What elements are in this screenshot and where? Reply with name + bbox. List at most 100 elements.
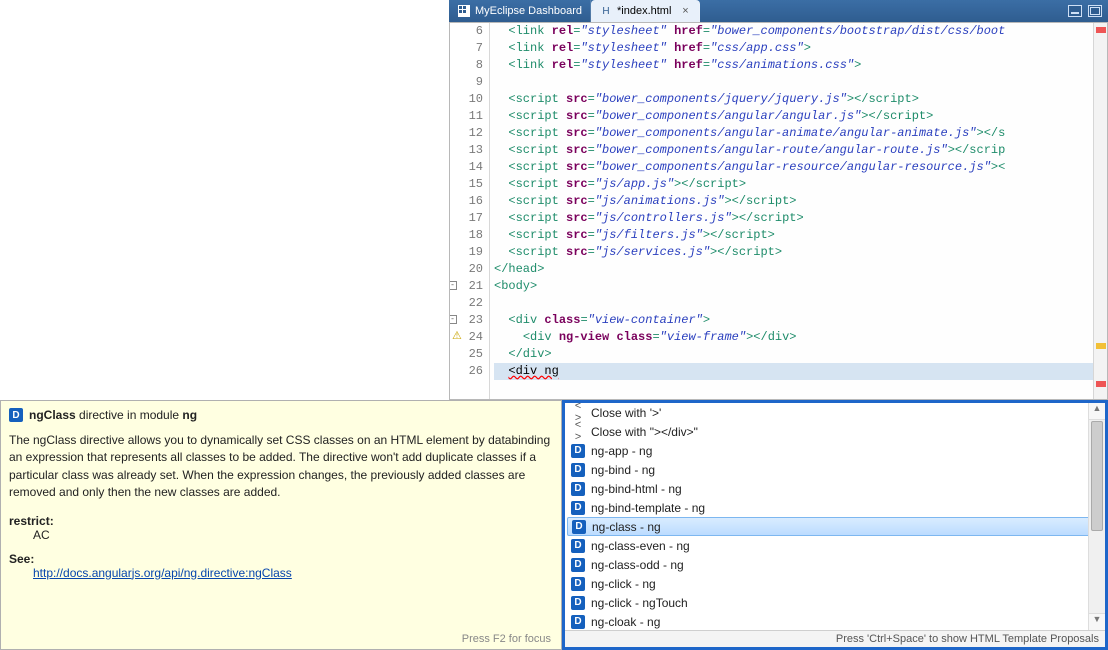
directive-icon: D bbox=[571, 444, 585, 458]
autocomplete-item[interactable]: Dng-bind - ng bbox=[567, 460, 1105, 479]
line-number: 15 bbox=[450, 176, 489, 193]
autocomplete-item[interactable]: < > Close with "></div>" bbox=[567, 422, 1105, 441]
code-line[interactable]: <script src="bower_components/jquery/jqu… bbox=[494, 91, 1093, 108]
editor-tabbar: MyEclipse Dashboard H *index.html × bbox=[449, 0, 1108, 22]
fold-toggle[interactable]: - bbox=[449, 281, 457, 290]
doc-hover-panel: D ngClass directive in module ng The ngC… bbox=[0, 400, 562, 650]
code-line[interactable] bbox=[494, 295, 1093, 312]
autocomplete-item[interactable]: Dng-bind-template - ng bbox=[567, 498, 1105, 517]
autocomplete-list[interactable]: < >Close with '>'< > Close with "></div>"… bbox=[565, 403, 1105, 630]
grid-icon bbox=[457, 4, 471, 18]
scroll-thumb[interactable] bbox=[1091, 421, 1103, 531]
scrollbar[interactable]: ▲ ▼ bbox=[1088, 403, 1105, 630]
autocomplete-item-label: ng-bind-template - ng bbox=[591, 501, 705, 515]
line-number: 21- bbox=[450, 278, 489, 295]
line-number: 11 bbox=[450, 108, 489, 125]
autocomplete-item[interactable]: Dng-click - ngTouch bbox=[567, 593, 1105, 612]
code-line[interactable]: <body> bbox=[494, 278, 1093, 295]
line-number: 12 bbox=[450, 125, 489, 142]
directive-icon: D bbox=[571, 558, 585, 572]
line-number: 26 bbox=[450, 363, 489, 380]
tab-index-html[interactable]: H *index.html × bbox=[591, 0, 700, 22]
doc-restrict-label: restrict: bbox=[9, 514, 553, 528]
directive-icon: D bbox=[9, 408, 23, 422]
doc-restrict-value: AC bbox=[9, 528, 553, 542]
autocomplete-item-label: ng-class - ng bbox=[592, 520, 661, 534]
code-line[interactable]: <link rel="stylesheet" href="css/app.css… bbox=[494, 40, 1093, 57]
overview-mark-error bbox=[1096, 381, 1106, 387]
scroll-up-button[interactable]: ▲ bbox=[1089, 403, 1105, 420]
autocomplete-item[interactable]: < >Close with '>' bbox=[567, 403, 1105, 422]
directive-icon: D bbox=[571, 501, 585, 515]
code-line[interactable]: <script src="bower_components/angular-re… bbox=[494, 159, 1093, 176]
autocomplete-item[interactable]: Dng-class - ng bbox=[567, 517, 1105, 536]
directive-icon: D bbox=[571, 539, 585, 553]
autocomplete-item-label: ng-click - ng bbox=[591, 577, 656, 591]
tab-label: MyEclipse Dashboard bbox=[475, 5, 582, 17]
directive-icon: D bbox=[571, 463, 585, 477]
doc-body: The ngClass directive allows you to dyna… bbox=[9, 432, 553, 502]
line-number: 16 bbox=[450, 193, 489, 210]
code-line[interactable]: <script src="bower_components/angular-ro… bbox=[494, 142, 1093, 159]
code-line[interactable]: <script src="js/animations.js"></script> bbox=[494, 193, 1093, 210]
code-line[interactable]: <script src="js/app.js"></script> bbox=[494, 176, 1093, 193]
angle-brackets-icon: < > bbox=[571, 420, 585, 444]
code-line[interactable]: <link rel="stylesheet" href="css/animati… bbox=[494, 57, 1093, 74]
doc-title-module: ng bbox=[182, 408, 197, 422]
code-line[interactable]: <script src="js/services.js"></script> bbox=[494, 244, 1093, 261]
line-number: 13 bbox=[450, 142, 489, 159]
code-line[interactable]: <script src="bower_components/angular-an… bbox=[494, 125, 1093, 142]
code-editor[interactable]: 6789101112131415161718192021-2223-242526… bbox=[449, 22, 1108, 400]
code-line[interactable]: <div ng bbox=[494, 363, 1093, 380]
autocomplete-item[interactable]: Dng-cloak - ng bbox=[567, 612, 1105, 630]
code-line[interactable]: <div ng-view class="view-frame"></div> bbox=[494, 329, 1093, 346]
line-number: 23- bbox=[450, 312, 489, 329]
doc-title: D ngClass directive in module ng bbox=[9, 408, 553, 422]
line-number: 8 bbox=[450, 57, 489, 74]
doc-see-label: See: bbox=[9, 552, 553, 566]
code-line[interactable]: <script src="js/filters.js"></script> bbox=[494, 227, 1093, 244]
code-line[interactable]: </div> bbox=[494, 346, 1093, 363]
directive-icon: D bbox=[571, 482, 585, 496]
autocomplete-item[interactable]: Dng-class-even - ng bbox=[567, 536, 1105, 555]
autocomplete-item[interactable]: Dng-class-odd - ng bbox=[567, 555, 1105, 574]
maximize-button[interactable] bbox=[1088, 5, 1102, 17]
tab-dashboard[interactable]: MyEclipse Dashboard bbox=[449, 0, 591, 22]
doc-see-link[interactable]: http://docs.angularjs.org/api/ng.directi… bbox=[33, 566, 292, 580]
directive-icon: D bbox=[572, 520, 586, 534]
overview-mark-error bbox=[1096, 27, 1106, 33]
overview-ruler[interactable] bbox=[1093, 23, 1107, 399]
fold-toggle[interactable]: - bbox=[449, 315, 457, 324]
code-line[interactable]: </head> bbox=[494, 261, 1093, 278]
autocomplete-item-label: Close with "></div>" bbox=[591, 425, 698, 439]
autocomplete-item[interactable]: Dng-app - ng bbox=[567, 441, 1105, 460]
autocomplete-item-label: ng-bind-html - ng bbox=[591, 482, 682, 496]
scroll-down-button[interactable]: ▼ bbox=[1089, 613, 1105, 630]
autocomplete-popup: < >Close with '>'< > Close with "></div>"… bbox=[562, 400, 1108, 650]
code-line[interactable]: <div class="view-container"> bbox=[494, 312, 1093, 329]
autocomplete-status: Press 'Ctrl+Space' to show HTML Template… bbox=[565, 630, 1105, 647]
directive-icon: D bbox=[571, 577, 585, 591]
autocomplete-item-label: ng-cloak - ng bbox=[591, 615, 660, 629]
close-icon[interactable]: × bbox=[679, 5, 691, 17]
autocomplete-item-label: ng-app - ng bbox=[591, 444, 652, 458]
code-line[interactable]: <script src="js/controllers.js"></script… bbox=[494, 210, 1093, 227]
code-line[interactable] bbox=[494, 74, 1093, 91]
line-number: 25 bbox=[450, 346, 489, 363]
html-file-icon: H bbox=[599, 4, 613, 18]
code-area[interactable]: <link rel="stylesheet" href="bower_compo… bbox=[490, 23, 1093, 399]
line-number: 20 bbox=[450, 261, 489, 278]
autocomplete-item-label: ng-class-even - ng bbox=[591, 539, 690, 553]
doc-title-name: ngClass bbox=[29, 408, 76, 422]
overview-mark-warn bbox=[1096, 343, 1106, 349]
code-line[interactable]: <script src="bower_components/angular/an… bbox=[494, 108, 1093, 125]
autocomplete-item-label: Close with '>' bbox=[591, 406, 661, 420]
tab-label: *index.html bbox=[617, 5, 671, 17]
autocomplete-item[interactable]: Dng-click - ng bbox=[567, 574, 1105, 593]
autocomplete-item[interactable]: Dng-bind-html - ng bbox=[567, 479, 1105, 498]
code-line[interactable]: <link rel="stylesheet" href="bower_compo… bbox=[494, 23, 1093, 40]
directive-icon: D bbox=[571, 615, 585, 629]
line-number: 6 bbox=[450, 23, 489, 40]
minimize-button[interactable] bbox=[1068, 5, 1082, 17]
doc-title-mid: directive in module bbox=[76, 408, 183, 422]
